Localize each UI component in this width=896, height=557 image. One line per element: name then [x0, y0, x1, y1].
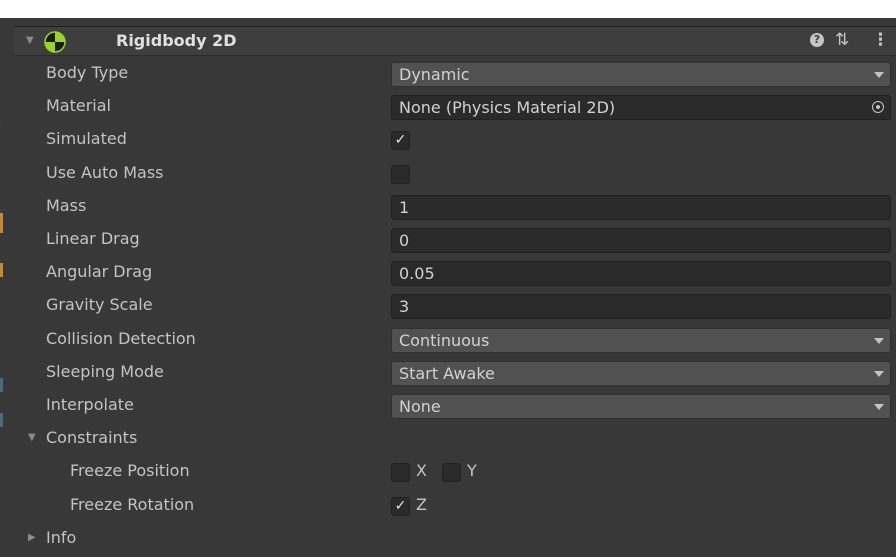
mass-value: 1 [399, 198, 410, 217]
linear-drag-value: 0 [399, 231, 410, 250]
dropdown-arrow-icon [874, 72, 884, 78]
use-auto-mass-checkbox[interactable] [391, 165, 410, 184]
use-auto-mass-row: Use Auto Mass [14, 158, 896, 191]
body-type-dropdown[interactable]: Dynamic [391, 62, 891, 87]
gravity-scale-value: 3 [399, 297, 410, 316]
interpolate-label: Interpolate [46, 395, 134, 414]
linear-drag-input[interactable]: 0 [391, 228, 891, 253]
sleeping-mode-value: Start Awake [399, 364, 495, 383]
material-value: None (Physics Material 2D) [399, 98, 616, 117]
window-top-edge [0, 0, 896, 18]
mass-label[interactable]: Mass [46, 196, 86, 215]
simulated-row: Simulated ✓ [14, 124, 896, 157]
collision-detection-dropdown[interactable]: Continuous [391, 328, 891, 353]
angular-drag-value: 0.05 [399, 264, 435, 283]
dropdown-arrow-icon [874, 338, 884, 344]
material-label: Material [46, 96, 111, 115]
use-auto-mass-label: Use Auto Mass [46, 163, 164, 182]
mass-input[interactable]: 1 [391, 195, 891, 220]
freeze-position-x-checkbox[interactable] [391, 463, 410, 482]
collision-detection-label: Collision Detection [46, 329, 196, 348]
inspector-panel: ▼ Rigidbody 2D ? ⇅ ⋮ Body Type Dynamic M… [14, 18, 896, 557]
rigidbody2d-icon [44, 31, 66, 53]
collapsed-arrow-icon[interactable]: ▶ [28, 532, 36, 543]
freeze-position-x-label: X [416, 461, 427, 480]
freeze-rotation-z-label: Z [416, 495, 427, 514]
left-edge [0, 18, 14, 557]
freeze-rotation-label: Freeze Rotation [70, 495, 195, 514]
collision-detection-value: Continuous [399, 331, 490, 350]
angular-drag-label[interactable]: Angular Drag [46, 262, 152, 281]
dropdown-arrow-icon [874, 404, 884, 410]
constraints-foldout[interactable]: ▼ Constraints [14, 423, 896, 456]
body-type-value: Dynamic [399, 65, 470, 84]
freeze-rotation-z-checkbox[interactable]: ✓ [391, 497, 410, 516]
angular-drag-input[interactable]: 0.05 [391, 261, 891, 286]
collision-detection-row: Collision Detection Continuous [14, 324, 896, 357]
body-type-row: Body Type Dynamic [14, 58, 896, 91]
angular-drag-row: Angular Drag 0.05 [14, 257, 896, 290]
freeze-position-label: Freeze Position [70, 461, 190, 480]
interpolate-row: Interpolate None [14, 390, 896, 423]
freeze-rotation-row: Freeze Rotation ✓ Z [14, 490, 896, 523]
info-foldout[interactable]: ▶ Info [14, 523, 896, 556]
help-icon[interactable]: ? [810, 33, 824, 47]
constraints-label[interactable]: Constraints [46, 428, 137, 447]
sleeping-mode-row: Sleeping Mode Start Awake [14, 357, 896, 390]
object-picker-icon[interactable] [872, 101, 884, 113]
sleeping-mode-dropdown[interactable]: Start Awake [391, 361, 891, 386]
mass-row: Mass 1 [14, 191, 896, 224]
body-type-label: Body Type [46, 63, 129, 82]
dropdown-arrow-icon [874, 371, 884, 377]
component-header[interactable]: ▼ Rigidbody 2D ? ⇅ ⋮ [14, 26, 896, 56]
simulated-checkbox[interactable]: ✓ [391, 131, 410, 150]
expanded-arrow-icon[interactable]: ▼ [28, 432, 36, 443]
component-title: Rigidbody 2D [116, 31, 237, 50]
info-label[interactable]: Info [46, 528, 76, 547]
linear-drag-label[interactable]: Linear Drag [46, 229, 140, 248]
menu-icon[interactable]: ⋮ [872, 30, 889, 50]
material-row: Material None (Physics Material 2D) [14, 91, 896, 124]
freeze-position-y-label: Y [467, 461, 477, 480]
collapse-arrow-icon[interactable]: ▼ [26, 35, 34, 46]
gravity-scale-input[interactable]: 3 [391, 294, 891, 319]
gravity-scale-row: Gravity Scale 3 [14, 290, 896, 323]
interpolate-dropdown[interactable]: None [391, 394, 891, 419]
interpolate-value: None [399, 397, 441, 416]
linear-drag-row: Linear Drag 0 [14, 224, 896, 257]
simulated-label: Simulated [46, 129, 127, 148]
freeze-position-y-checkbox[interactable] [442, 463, 461, 482]
sleeping-mode-label: Sleeping Mode [46, 362, 164, 381]
presets-icon[interactable]: ⇅ [835, 30, 849, 50]
gravity-scale-label[interactable]: Gravity Scale [46, 295, 153, 314]
freeze-position-row: Freeze Position X Y [14, 456, 896, 489]
material-object-field[interactable]: None (Physics Material 2D) [391, 95, 891, 120]
